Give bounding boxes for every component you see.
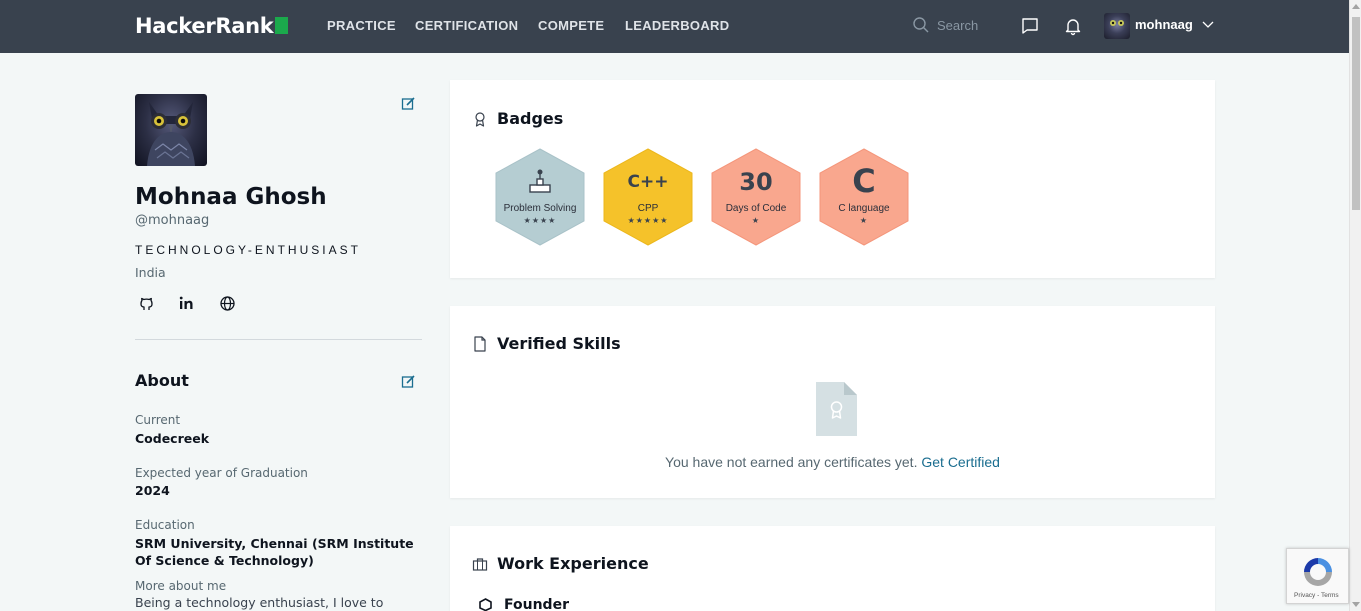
get-certified-link[interactable]: Get Certified <box>921 454 1000 470</box>
badge-stars: ★ <box>751 216 761 225</box>
user-avatar[interactable] <box>1104 13 1130 39</box>
document-icon <box>474 336 486 352</box>
edit-about-icon[interactable] <box>401 374 416 389</box>
badge-name: CPP <box>637 203 659 214</box>
profile-photo <box>135 94 207 166</box>
badge-cpp[interactable]: C++ CPP ★★★★★ <box>603 148 693 246</box>
top-navbar: HackerRank PRACTICE CERTIFICATION COMPET… <box>0 0 1349 53</box>
education-label: Education <box>135 518 195 532</box>
profile-divider <box>135 339 422 340</box>
username-label[interactable]: mohnaag <box>1135 17 1193 32</box>
page-scrollbar[interactable] <box>1349 0 1361 611</box>
notifications-bell-icon[interactable] <box>1063 16 1083 36</box>
verified-skills-title: Verified Skills <box>497 334 621 353</box>
logo-square <box>275 17 289 34</box>
current-label: Current <box>135 413 181 427</box>
days-of-code-symbol: 30 <box>739 168 773 196</box>
experience-item-icon <box>479 598 492 611</box>
nav-practice[interactable]: PRACTICE <box>327 18 396 33</box>
nav-compete[interactable]: COMPETE <box>538 18 604 33</box>
badge-name: C language <box>838 203 890 214</box>
nav-certification[interactable]: CERTIFICATION <box>415 18 518 33</box>
recaptcha-icon <box>1304 558 1332 586</box>
certificate-placeholder-icon <box>816 382 857 436</box>
briefcase-icon <box>472 558 488 571</box>
current-value: Codecreek <box>135 431 210 446</box>
badge-name: Days of Code <box>725 203 787 214</box>
globe-icon[interactable] <box>219 295 236 312</box>
chevron-down-icon[interactable] <box>1201 18 1215 32</box>
experience-item-title: Founder <box>504 597 569 611</box>
badge-stars: ★★★★ <box>523 216 557 225</box>
no-certificates-message: You have not earned any certificates yet… <box>665 454 1000 470</box>
badge-stars: ★ <box>859 216 869 225</box>
work-experience-title: Work Experience <box>497 554 649 573</box>
c-language-symbol: C <box>852 162 876 200</box>
award-icon <box>475 112 485 127</box>
search-placeholder: Search <box>937 18 979 33</box>
badge-problem-solving[interactable]: Problem Solving ★★★★ <box>495 148 585 246</box>
badge-30-days-of-code[interactable]: 30 Days of Code ★ <box>711 148 801 246</box>
about-title: About <box>135 371 189 390</box>
messages-icon[interactable] <box>1020 16 1040 36</box>
profile-name: Mohnaa Ghosh <box>135 184 327 210</box>
badges-title: Badges <box>497 109 564 128</box>
github-icon[interactable] <box>138 295 155 312</box>
scroll-thumb[interactable] <box>1352 17 1360 210</box>
more-about-label: More about me <box>135 579 227 593</box>
badge-c-language[interactable]: C C language ★ <box>819 148 909 246</box>
hackerrank-logo[interactable]: HackerRank <box>135 14 289 38</box>
cpp-symbol: C++ <box>627 172 669 192</box>
nav-leaderboard[interactable]: LEADERBOARD <box>625 18 729 33</box>
education-value: SRM University, Chennai (SRM Institute O… <box>135 536 414 568</box>
badge-name: Problem Solving <box>503 203 577 214</box>
profile-country: India <box>135 265 166 280</box>
linkedin-icon[interactable] <box>178 295 195 312</box>
badge-stars: ★★★★★ <box>627 216 669 225</box>
joystick-icon <box>529 169 551 193</box>
more-about-text: Being a technology enthusiast, I love to… <box>135 595 384 611</box>
scroll-up-arrow-icon[interactable] <box>1352 4 1360 9</box>
graduation-value: 2024 <box>135 483 170 498</box>
recaptcha-privacy-terms[interactable]: Privacy - Terms <box>1294 592 1339 599</box>
scroll-down-arrow-icon[interactable] <box>1352 602 1360 607</box>
search-input[interactable]: Search <box>912 16 1002 36</box>
profile-tagline: TECHNOLOGY-ENTHUSIAST <box>135 243 361 257</box>
profile-handle: @mohnaag <box>135 213 210 228</box>
search-icon <box>913 17 929 33</box>
edit-profile-icon[interactable] <box>401 96 416 111</box>
graduation-label: Expected year of Graduation <box>135 466 308 480</box>
